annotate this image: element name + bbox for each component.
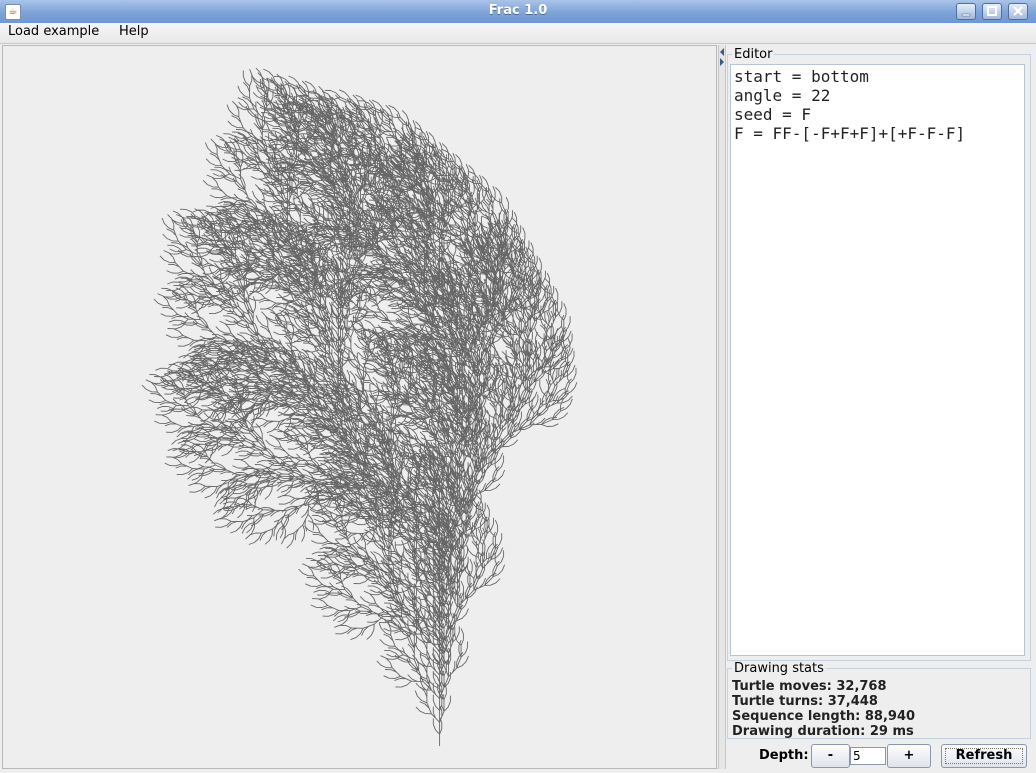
minimize-button[interactable] <box>956 3 976 20</box>
refresh-button[interactable]: Refresh <box>941 744 1027 768</box>
editor-line: start = bottom <box>734 67 869 86</box>
maximize-button[interactable] <box>982 3 1002 20</box>
stats-legend: Drawing stats <box>734 661 824 676</box>
editor-legend: Editor <box>734 47 773 62</box>
menu-help[interactable]: Help <box>117 24 151 39</box>
title-bar: ☕ Frac 1.0 <box>0 0 1036 24</box>
fractal-branches <box>141 67 578 746</box>
menu-load-example[interactable]: Load example <box>6 24 101 39</box>
maximize-icon <box>987 6 997 16</box>
drawing-duration-stat: Drawing duration: 29 ms <box>732 724 914 739</box>
split-divider[interactable] <box>718 45 726 769</box>
menu-bar: Load example Help <box>0 23 1036 44</box>
close-icon <box>1013 6 1023 16</box>
depth-input[interactable]: 5 <box>850 747 886 765</box>
fractal-tree-drawing <box>141 67 578 746</box>
editor-textarea[interactable]: start = bottom angle = 22 seed = FF = FF-[… <box>730 64 1025 656</box>
depth-decrement-button[interactable]: - <box>811 744 850 768</box>
collapse-left-icon[interactable] <box>720 48 724 56</box>
sequence-length-stat: Sequence length: 88,940 <box>732 709 916 724</box>
depth-label: Depth: <box>759 748 809 763</box>
close-button[interactable] <box>1008 3 1028 20</box>
turtle-turns-stat: Turtle turns: 37,448 <box>732 694 878 709</box>
editor-line: seed = F <box>734 105 812 124</box>
depth-increment-button[interactable]: + <box>887 744 931 768</box>
window-title: Frac 1.0 <box>488 3 548 18</box>
collapse-right-icon[interactable] <box>720 58 724 66</box>
right-panel: Editor start = bottom angle = 22 seed = FF… <box>727 45 1033 771</box>
minimize-icon <box>961 13 971 17</box>
editor-line: angle = 22 <box>734 86 831 105</box>
turtle-moves-stat: Turtle moves: 32,768 <box>732 679 887 694</box>
drawing-canvas[interactable] <box>2 45 717 769</box>
focus-ring <box>945 748 1023 764</box>
editor-line: F = FF-[-F+F+F]+[+F-F-F] <box>734 124 966 143</box>
